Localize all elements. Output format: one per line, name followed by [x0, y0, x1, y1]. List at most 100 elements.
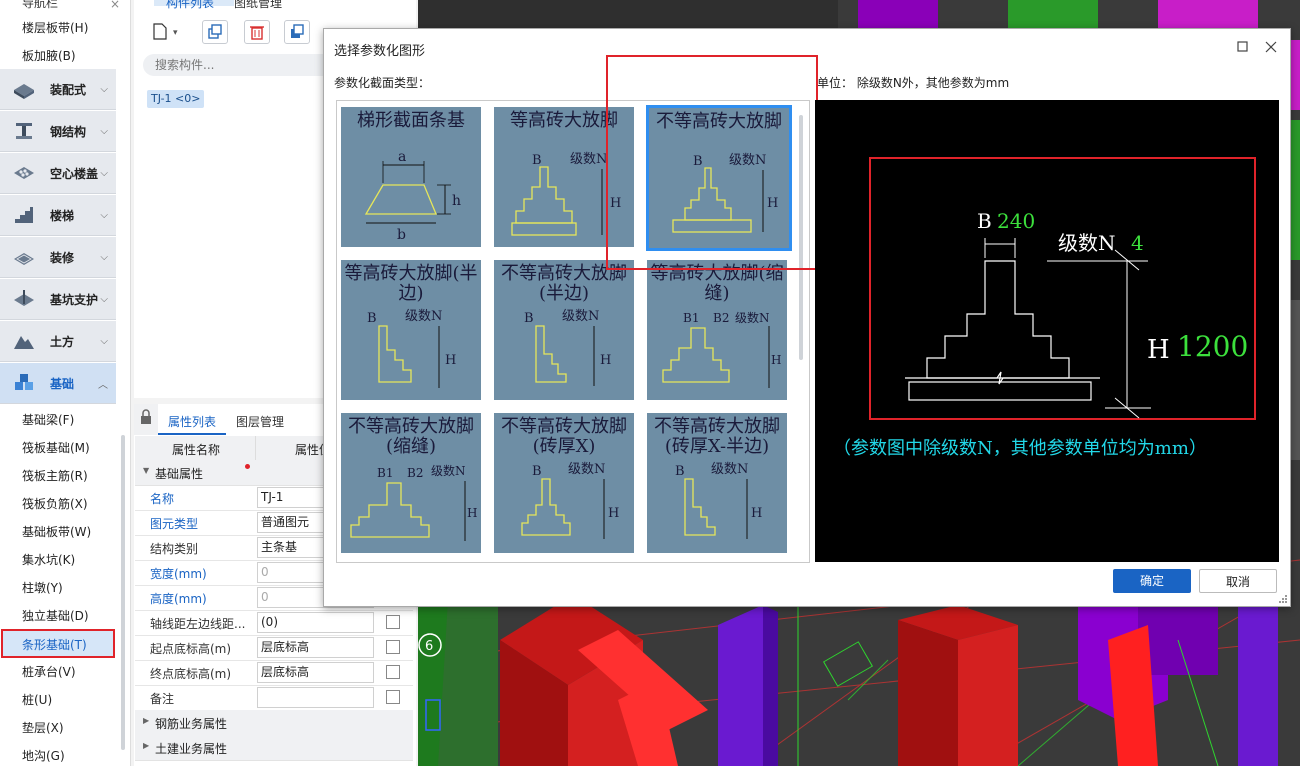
ok-button[interactable]: 确定 — [1113, 569, 1191, 593]
nav-item-raft[interactable]: 筏板基础(M) — [22, 439, 90, 456]
group-civil-properties[interactable]: ▶ 土建业务属性 — [135, 735, 413, 761]
shape-cell-unequal-brick-joint[interactable]: 不等高砖大放脚(缩缝) B1 B2 级数N H — [341, 413, 481, 553]
shape-cell-equal-brick-half[interactable]: 等高砖大放脚(半边) B 级数N H — [341, 260, 481, 400]
unequal-brick-thick-half-diagram: B 级数N H — [675, 462, 762, 539]
collapse-triangle-icon: ▼ — [143, 466, 150, 475]
shape-cell-trapezoid[interactable]: 梯形截面条基 a h b — [341, 107, 481, 247]
chevron-down-icon: ⌵ — [100, 125, 108, 137]
nav-item-raft-main-rebar[interactable]: 筏板主筋(R) — [22, 467, 88, 484]
parametric-shape-dialog: 选择参数化图形 参数化截面类型： 单位： 除级数N外，其他参数为mm 梯形截面条… — [323, 28, 1291, 607]
tab-drawing-management[interactable]: 图纸管理 — [234, 0, 282, 11]
search-input[interactable]: 搜索构件... — [143, 54, 345, 76]
tab-layer-management[interactable]: 图层管理 — [236, 413, 284, 430]
nav-category-pit-support[interactable]: 基坑支护 ⌵ — [0, 279, 116, 320]
nav-item-strip-footing-selected[interactable]: 条形基础(T) — [1, 629, 115, 658]
steel-beam-icon — [16, 123, 32, 139]
prop-remark-checkbox[interactable] — [386, 690, 400, 704]
cancel-button[interactable]: 取消 — [1199, 569, 1277, 593]
modified-dot — [245, 464, 250, 469]
close-icon[interactable] — [1265, 41, 1277, 53]
shape-cell-equal-brick-joint[interactable]: 等高砖大放脚(缩缝) B1 B2 级数N H — [647, 260, 787, 400]
label-h: H — [600, 353, 611, 368]
tab-property-list[interactable]: 属性列表 — [168, 413, 216, 430]
group-label: 钢筋业务属性 — [155, 717, 228, 731]
layer-copy-button[interactable] — [284, 20, 310, 44]
nav-item-isolated-footing[interactable]: 独立基础(D) — [22, 607, 89, 624]
label-n: 级数N — [431, 463, 466, 478]
nav-category-hollow-floor[interactable]: 空心楼盖 ⌵ — [0, 153, 116, 194]
nav-item-foundation-beam[interactable]: 基础梁(F) — [22, 411, 74, 428]
resize-grip-icon[interactable] — [1278, 594, 1288, 604]
maximize-icon[interactable] — [1237, 41, 1249, 53]
nav-category-steel[interactable]: 钢结构 ⌵ — [0, 111, 116, 152]
delete-button[interactable] — [244, 20, 270, 44]
prop-remark-value[interactable] — [257, 687, 374, 708]
nav-item-pier[interactable]: 柱墩(Y) — [22, 579, 63, 596]
header-property-name: 属性名称 — [172, 443, 221, 457]
nav-item-raft-neg-rebar[interactable]: 筏板负筋(X) — [22, 495, 88, 512]
prop-start-elev-checkbox[interactable] — [386, 640, 400, 654]
tab-component-list[interactable]: 构件列表 — [166, 0, 214, 11]
prop-axis-offset-value[interactable]: (0) — [257, 612, 374, 633]
group-rebar-properties[interactable]: ▶ 钢筋业务属性 — [135, 710, 413, 736]
nav-item-floor-band[interactable]: 楼层板带(H) — [22, 19, 88, 36]
label-h: H — [445, 353, 456, 368]
shape-cell-unequal-brick-half[interactable]: 不等高砖大放脚(半边) B 级数N H — [494, 260, 634, 400]
label-b: B — [675, 464, 685, 479]
label-b: B — [524, 311, 534, 326]
pit-support-icon — [14, 290, 34, 306]
label-b: B — [532, 153, 542, 168]
expand-triangle-icon: ▶ — [143, 716, 150, 725]
new-component-button[interactable]: ▾ — [147, 20, 181, 42]
decoration-icon — [14, 253, 34, 265]
nav-category-foundation[interactable]: 基础 ︿ — [0, 363, 116, 404]
nav-category-stairs[interactable]: 楼梯 ⌵ — [0, 195, 116, 236]
preview-drawing: B 240 级数N 4 H 1200 （参数图中除级数N，其他参数单位均为mm） — [833, 157, 1256, 459]
nav-item-sump[interactable]: 集水坑(K) — [22, 551, 75, 568]
nav-category-prefab[interactable]: 装配式 ⌵ — [0, 69, 116, 110]
equal-brick-diagram: B 级数N H — [511, 152, 621, 236]
unit-label: 单位： 除级数N外，其他参数为mm — [817, 76, 1010, 90]
prop-row-remark: 备注 — [135, 685, 413, 711]
preview-caption: （参数图中除级数N，其他参数单位均为mm） — [833, 438, 1207, 459]
trash-icon — [250, 26, 264, 40]
shape-cell-unequal-brick-thick-half[interactable]: 不等高砖大放脚(砖厚X-半边) B 级数N H — [647, 413, 787, 553]
pin-area — [134, 404, 158, 435]
prop-width-label: 宽度(mm) — [150, 567, 207, 581]
prop-start-elev-value[interactable]: 层底标高 — [257, 637, 374, 658]
label-h: h — [452, 193, 461, 209]
unequal-brick-thick-diagram: B 级数N H — [521, 462, 619, 539]
nav-item-trench[interactable]: 地沟(G) — [22, 747, 65, 764]
nav-item-strip-footing: 条形基础(T) — [22, 638, 87, 652]
nav-item-pile[interactable]: 桩(U) — [22, 691, 52, 708]
nav-item-pile-cap[interactable]: 桩承台(V) — [22, 663, 76, 680]
component-item-tj1[interactable]: TJ-1 <0> — [147, 90, 205, 108]
label-n: 级数N — [568, 462, 605, 477]
unequal-brick-half-diagram: B 级数N H — [524, 309, 611, 386]
shape-cell-unequal-brick-thick[interactable]: 不等高砖大放脚(砖厚X) B 级数N H — [494, 413, 634, 553]
prop-axis-offset-checkbox[interactable] — [386, 615, 400, 629]
shape-cell-equal-brick-footing[interactable]: 等高砖大放脚 B 级数N H — [494, 107, 634, 247]
nav-item-slab-haunch[interactable]: 板加腋(B) — [22, 47, 76, 64]
nav-category-decoration[interactable]: 装修 ⌵ — [0, 237, 116, 278]
label-n: 级数N — [405, 309, 442, 324]
nav-item-foundation-band[interactable]: 基础板带(W) — [22, 523, 91, 540]
nav-item-cushion[interactable]: 垫层(X) — [22, 719, 64, 736]
prop-structure-class-label: 结构类别 — [150, 542, 199, 556]
gallery-scrollbar[interactable] — [799, 115, 803, 360]
prop-end-elev-value[interactable]: 层底标高 — [257, 662, 374, 683]
layer-copy-icon — [291, 24, 304, 38]
prop-end-elev-checkbox[interactable] — [386, 665, 400, 679]
preview-b-value: 240 — [997, 209, 1035, 233]
shape-cell-unequal-brick-footing-selected[interactable]: 不等高砖大放脚 B 级数N H — [646, 105, 792, 251]
nav-scrollbar[interactable] — [121, 435, 125, 750]
chevron-down-icon: ⌵ — [100, 167, 108, 179]
nav-category-label: 空心楼盖 — [50, 166, 99, 181]
label-n: 级数N — [570, 152, 607, 167]
svg-text:6: 6 — [425, 639, 433, 654]
lock-icon[interactable] — [134, 404, 158, 435]
nav-category-earthwork[interactable]: 土方 ⌵ — [0, 321, 116, 362]
close-icon[interactable]: × — [110, 0, 120, 11]
label-n: 级数N — [735, 310, 770, 325]
copy-button[interactable] — [202, 20, 228, 44]
